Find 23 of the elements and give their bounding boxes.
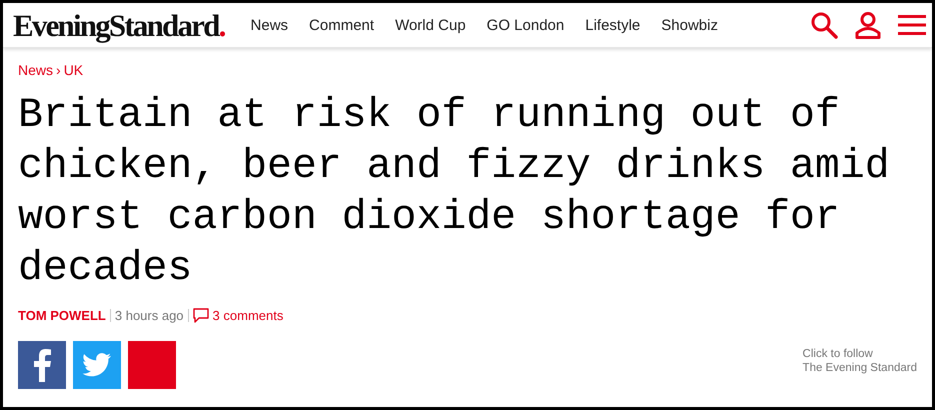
comments-link[interactable]: 3 comments: [212, 308, 284, 323]
nav-link[interactable]: Showbiz: [661, 16, 718, 34]
bird-icon: [82, 353, 112, 377]
menu-icon[interactable]: [898, 14, 926, 36]
breadcrumb-link[interactable]: News: [18, 62, 54, 78]
comment-icon[interactable]: [192, 308, 209, 323]
publish-time: 3 hours ago: [114, 308, 184, 323]
twitter-share-button[interactable]: [73, 341, 121, 389]
author-link[interactable]: TOM POWELL: [18, 308, 106, 323]
nav-link[interactable]: News: [250, 16, 288, 34]
article-headline: Britain at risk of running out of chicken, beer and fizzy drinks amid worst carbon dioxide shortage for decades: [18, 91, 891, 294]
site-logo[interactable]: EveningStandard.: [13, 10, 225, 40]
user-icon[interactable]: [854, 11, 882, 39]
search-icon[interactable]: [810, 11, 838, 39]
breadcrumb-link[interactable]: UK: [64, 62, 84, 78]
nav-link[interactable]: GO London: [486, 16, 564, 34]
facebook-icon: [31, 348, 53, 382]
facebook-share-button[interactable]: [18, 341, 66, 389]
nav-link[interactable]: Lifestyle: [585, 16, 640, 34]
breadcrumb-separator: ›: [56, 62, 61, 78]
follow-link[interactable]: Click to follow The Evening Standard: [802, 347, 917, 375]
nav-link[interactable]: Comment: [309, 16, 374, 34]
nav-link[interactable]: World Cup: [395, 16, 466, 34]
